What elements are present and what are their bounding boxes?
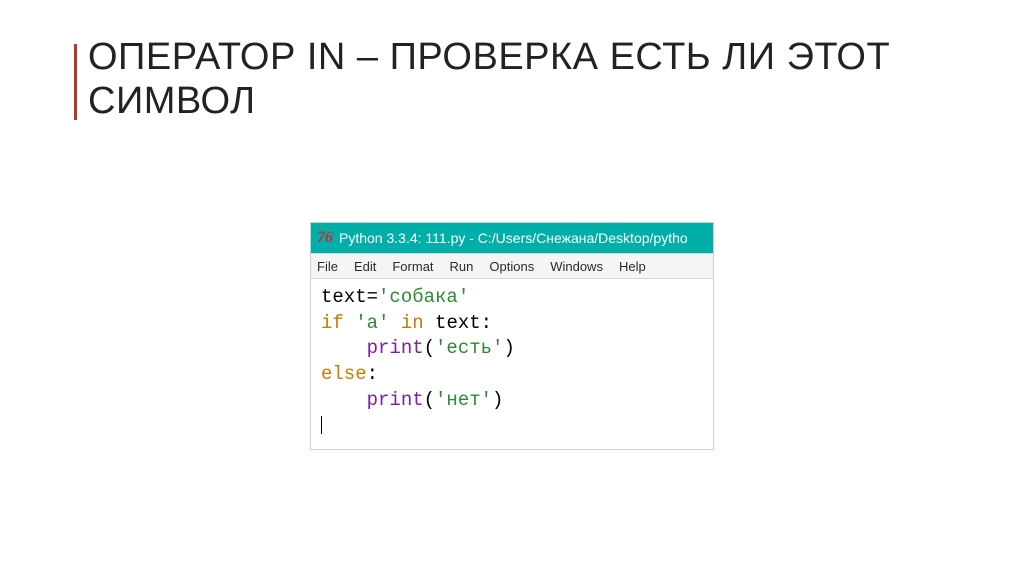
menu-format[interactable]: Format xyxy=(392,259,433,274)
menu-edit[interactable]: Edit xyxy=(354,259,376,274)
menu-options[interactable]: Options xyxy=(489,259,534,274)
code-line: if 'а' in text: xyxy=(321,312,492,334)
menu-run[interactable]: Run xyxy=(450,259,474,274)
code-editor[interactable]: text='собака' if 'а' in text: print('ест… xyxy=(311,279,713,449)
page-title: ОПЕРАТОР IN – ПРОВЕРКА ЕСТЬ ЛИ ЭТОТ СИМВ… xyxy=(88,36,984,123)
title-accent-bar xyxy=(74,44,77,120)
window-title: Python 3.3.4: 111.py - C:/Users/Снежана/… xyxy=(339,230,707,246)
menu-windows[interactable]: Windows xyxy=(550,259,603,274)
title-area: ОПЕРАТОР IN – ПРОВЕРКА ЕСТЬ ЛИ ЭТОТ СИМВ… xyxy=(88,36,984,123)
menu-help[interactable]: Help xyxy=(619,259,646,274)
code-line: print('есть') xyxy=(321,337,515,359)
text-cursor xyxy=(321,416,322,434)
menu-file[interactable]: File xyxy=(317,259,338,274)
code-line: else: xyxy=(321,363,378,385)
editor-titlebar[interactable]: 76 Python 3.3.4: 111.py - C:/Users/Снежа… xyxy=(311,223,713,253)
editor-menubar: File Edit Format Run Options Windows Hel… xyxy=(311,253,713,279)
code-line: print('нет') xyxy=(321,389,503,411)
slide: ОПЕРАТОР IN – ПРОВЕРКА ЕСТЬ ЛИ ЭТОТ СИМВ… xyxy=(0,0,1024,574)
code-line: text='собака' xyxy=(321,286,469,308)
idle-editor-window: 76 Python 3.3.4: 111.py - C:/Users/Снежа… xyxy=(310,222,714,450)
tk-icon: 76 xyxy=(317,229,333,247)
